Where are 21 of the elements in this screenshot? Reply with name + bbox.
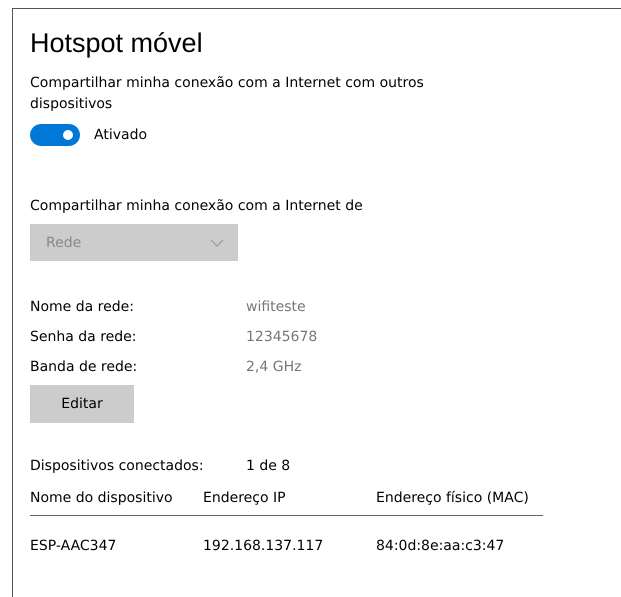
chevron-down-icon [210, 238, 224, 246]
toggle-switch[interactable] [30, 124, 80, 146]
property-label: Banda de rede: [30, 358, 138, 377]
table-cell: 84:0d:8e:aa:c3:47 [376, 538, 504, 554]
property-value: wifiteste [246, 298, 306, 317]
table-cell-text: ESP-AAC347 [30, 538, 118, 554]
property-label: Senha da rede: [30, 328, 138, 347]
page-title: Hotspot móvel [30, 27, 204, 60]
share-from-label: Compartilhar minha conexão com a Internet de [30, 198, 364, 214]
connected-devices-label: Dispositivos conectados: [30, 458, 205, 474]
connected-devices-count: 1 de 8 [246, 458, 290, 474]
property-label: Nome da rede: [30, 298, 135, 317]
edit-button[interactable]: Editar [30, 385, 134, 423]
property-value: 2,4 GHz [246, 358, 302, 377]
toggle-state-label: Ativado [94, 127, 148, 143]
column-header: Endereço físico (MAC) [376, 490, 529, 506]
table-cell-text: 192.168.137.117 [203, 538, 324, 554]
share-description: Compartilhar minha conexão com a Internet com outros dispositivos [30, 74, 425, 114]
property-value: 12345678 [246, 328, 318, 347]
column-header: Endereço IP [203, 490, 287, 506]
column-header: Nome do dispositivo [30, 490, 174, 506]
